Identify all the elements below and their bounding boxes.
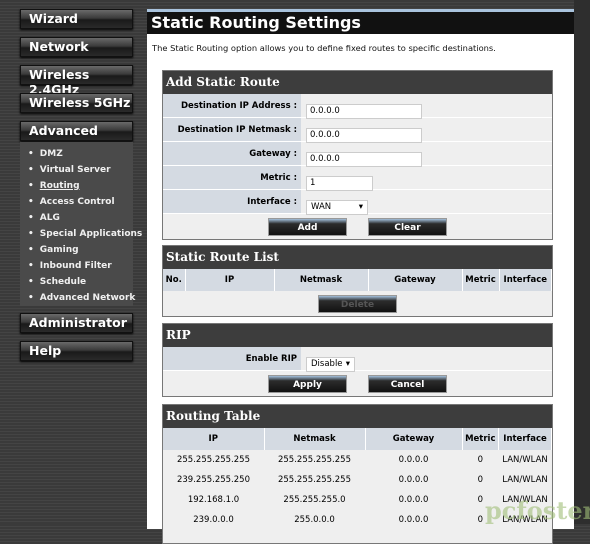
table-cell: 239.255.255.250 bbox=[163, 470, 264, 490]
cancel-button[interactable]: Cancel bbox=[368, 374, 447, 393]
nav-wizard[interactable]: Wizard bbox=[20, 9, 133, 29]
submenu-schedule[interactable]: Schedule bbox=[20, 274, 133, 290]
main-panel: Static Routing Settings The Static Routi… bbox=[147, 9, 574, 544]
table-cell: LAN/WLAN bbox=[498, 450, 552, 470]
nav-advanced[interactable]: Advanced bbox=[20, 121, 133, 141]
table-cell: 0.0.0.0 bbox=[365, 450, 462, 470]
column-header: Gateway bbox=[365, 428, 463, 450]
table-row: 255.255.255.255 255.255.255.255 0.0.0.0 0 LA… bbox=[163, 450, 552, 470]
table-cell: LAN/WLAN bbox=[498, 470, 552, 490]
submenu-advanced-network[interactable]: Advanced Network bbox=[20, 290, 136, 306]
nav-network[interactable]: Network bbox=[20, 37, 133, 57]
watermark-logo: pcfoster bbox=[485, 496, 590, 525]
nav-wireless-24[interactable]: Wireless 2.4GHz bbox=[20, 65, 133, 97]
column-header: Interface bbox=[498, 428, 552, 450]
column-header: No. bbox=[163, 269, 186, 291]
column-header: IP bbox=[163, 428, 265, 450]
section-header: RIP bbox=[163, 324, 552, 347]
right-edge bbox=[574, 0, 590, 524]
nav-administrator[interactable]: Administrator bbox=[20, 313, 133, 333]
table-cell: 255.255.255.255 bbox=[264, 450, 365, 470]
column-header: Netmask bbox=[264, 428, 366, 450]
table-cell: 0.0.0.0 bbox=[365, 490, 462, 510]
rip-value: Disable bbox=[311, 359, 343, 369]
nav-help[interactable]: Help bbox=[20, 341, 133, 361]
advanced-submenu: DMZ Virtual Server Routing Access Contro… bbox=[20, 142, 143, 306]
section-header: Add Static Route bbox=[163, 71, 552, 94]
table-cell: 192.168.1.0 bbox=[163, 490, 264, 510]
table-cell: 255.255.255.255 bbox=[264, 470, 365, 490]
table-cell: 0.0.0.0 bbox=[365, 510, 462, 530]
column-header: Metric bbox=[462, 428, 500, 450]
column-header: IP bbox=[185, 269, 275, 291]
table-cell: 0 bbox=[462, 470, 499, 490]
submenu-alg[interactable]: ALG bbox=[20, 210, 133, 226]
table-row: 239.255.255.250 255.255.255.255 0.0.0.0 0 LA… bbox=[163, 470, 552, 490]
enable-rip-select[interactable]: Disable ▾ bbox=[306, 356, 355, 372]
chevron-down-icon: ▾ bbox=[358, 202, 363, 212]
interface-select[interactable]: WAN ▾ bbox=[306, 199, 368, 215]
chevron-down-icon: ▾ bbox=[345, 359, 350, 369]
metric-input[interactable] bbox=[306, 175, 373, 191]
interface-value: WAN bbox=[311, 202, 332, 212]
column-header: Netmask bbox=[274, 269, 369, 291]
add-static-route-section: Add Static Route Destination IP Address … bbox=[162, 70, 553, 240]
destination-netmask-input[interactable] bbox=[306, 127, 422, 143]
submenu-virtual-server[interactable]: Virtual Server bbox=[20, 162, 133, 178]
table-cell: 239.0.0.0 bbox=[163, 510, 264, 530]
table-cell: 255.255.255.0 bbox=[264, 490, 365, 510]
submenu-routing[interactable]: Routing bbox=[20, 178, 133, 194]
page-title: Static Routing Settings bbox=[147, 12, 574, 34]
submenu-inbound-filter[interactable]: Inbound Filter bbox=[20, 258, 133, 274]
gateway-input[interactable] bbox=[306, 151, 422, 167]
field-label: Destination IP Address : bbox=[163, 94, 301, 117]
submenu-special-applications[interactable]: Special Applications bbox=[20, 226, 143, 242]
section-header: Routing Table bbox=[163, 405, 552, 428]
field-label: Destination IP Netmask : bbox=[163, 118, 301, 141]
page-description: The Static Routing option allows you to … bbox=[152, 43, 496, 53]
table-cell: 255.0.0.0 bbox=[264, 510, 365, 530]
apply-button[interactable]: Apply bbox=[268, 374, 347, 393]
table-cell: 255.255.255.255 bbox=[163, 450, 264, 470]
field-label: Interface : bbox=[163, 190, 301, 213]
column-header: Interface bbox=[499, 269, 553, 291]
submenu-gaming[interactable]: Gaming bbox=[20, 242, 133, 258]
field-label: Enable RIP bbox=[163, 347, 301, 370]
nav-wireless-5[interactable]: Wireless 5GHz bbox=[20, 93, 133, 113]
clear-button[interactable]: Clear bbox=[368, 217, 447, 236]
field-label: Gateway : bbox=[163, 142, 301, 165]
table-cell: 0 bbox=[462, 450, 499, 470]
delete-button[interactable]: Delete bbox=[318, 294, 397, 313]
add-button[interactable]: Add bbox=[268, 217, 347, 236]
section-header: Static Route List bbox=[163, 246, 552, 269]
rip-section: RIP Enable RIP Disable ▾ Apply Cancel bbox=[162, 323, 553, 397]
column-header: Gateway bbox=[368, 269, 463, 291]
destination-ip-input[interactable] bbox=[306, 103, 422, 119]
static-route-list-section: Static Route List No. IP Netmask Gateway… bbox=[162, 245, 553, 317]
submenu-dmz[interactable]: DMZ bbox=[20, 146, 133, 162]
submenu-access-control[interactable]: Access Control bbox=[20, 194, 133, 210]
table-cell: 0.0.0.0 bbox=[365, 470, 462, 490]
column-header: Metric bbox=[462, 269, 500, 291]
field-label: Metric : bbox=[163, 166, 301, 189]
